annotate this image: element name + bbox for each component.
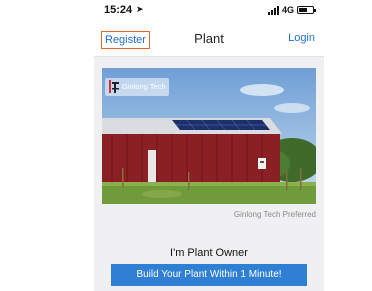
status-time: 15:24	[104, 4, 133, 16]
status-indicators: 4G	[267, 5, 316, 15]
ginlong-logo-icon	[109, 80, 119, 93]
location-arrow-icon: ➤	[136, 4, 144, 14]
banner-image: Ginlong Tech	[102, 68, 316, 204]
build-plant-button[interactable]: Build Your Plant Within 1 Minute!	[111, 264, 307, 286]
phone-screen: 15:24 ➤ 4G Register Plant Login Ginlong …	[94, 0, 324, 291]
status-bar: 15:24 ➤ 4G	[94, 0, 324, 22]
battery-icon	[297, 6, 316, 14]
signal-icon	[267, 5, 279, 15]
logo-badge: Ginlong Tech	[105, 78, 169, 96]
login-button[interactable]: Login	[288, 32, 315, 44]
logo-text: Ginlong Tech	[122, 82, 166, 91]
preferred-caption: Ginlong Tech Preferred	[233, 210, 316, 219]
navigation-bar: Register Plant Login	[94, 22, 324, 57]
network-type: 4G	[281, 5, 294, 15]
owner-heading: I'm Plant Owner	[170, 247, 248, 259]
